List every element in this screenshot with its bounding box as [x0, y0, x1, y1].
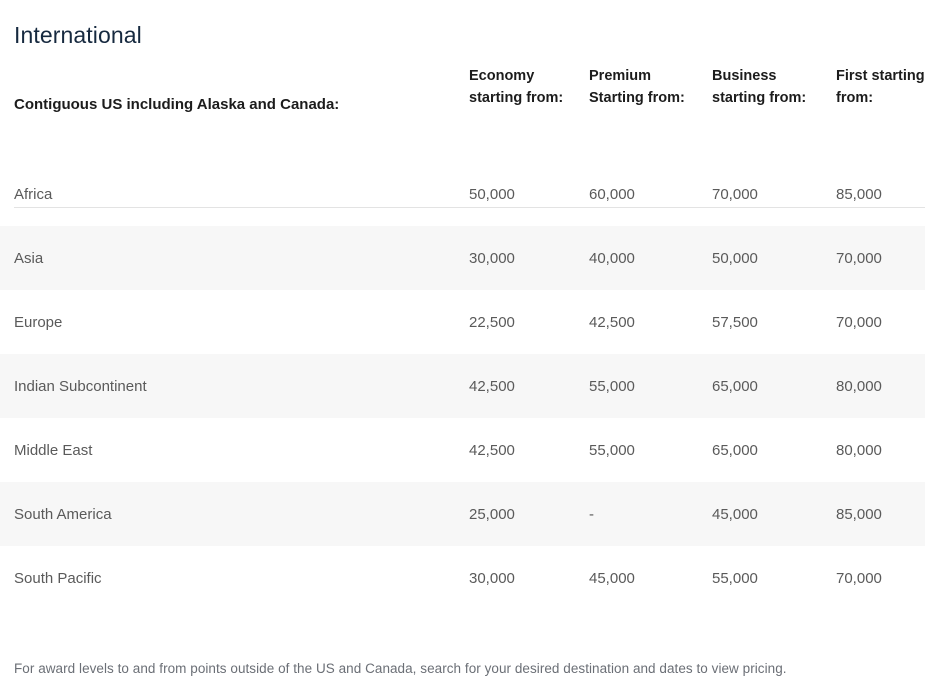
table-cell-first: 85,000 [836, 185, 882, 203]
table-cell-first: 70,000 [836, 249, 882, 267]
table-row: Asia 30,000 40,000 50,000 70,000 [0, 226, 939, 290]
table-row: South America 25,000 - 45,000 85,000 [0, 482, 939, 546]
table-cell-business: 50,000 [712, 249, 758, 267]
table-header-business: Business starting from: [712, 68, 807, 106]
row-content: Indian Subcontinent 42,500 55,000 65,000 80,… [0, 354, 939, 418]
table-cell-first: 80,000 [836, 441, 882, 459]
table-cell-first: 85,000 [836, 505, 882, 523]
table-header-first: First starting from: [836, 68, 925, 106]
table-header-region-label: Contiguous US including Alaska and Canad… [14, 95, 340, 113]
row-content: Africa 50,000 60,000 70,000 85,000 [0, 162, 939, 226]
table-header-row: Contiguous US including Alaska and Canad… [0, 46, 939, 162]
award-chart-footnote: For award levels to and from points outs… [14, 660, 787, 676]
table-row: Europe 22,500 42,500 57,500 70,000 [0, 290, 939, 354]
table-body: Africa 50,000 60,000 70,000 85,000 Asia 30,000… [0, 162, 939, 610]
table-cell-economy: 30,000 [469, 569, 515, 587]
table-cell-premium: 55,000 [589, 441, 635, 459]
row-content: South America 25,000 - 45,000 85,000 [0, 482, 939, 546]
table-cell-business: 65,000 [712, 377, 758, 395]
table-row: Africa 50,000 60,000 70,000 85,000 [0, 162, 939, 226]
table-row: Indian Subcontinent 42,500 55,000 65,000 80,… [0, 354, 939, 418]
table-cell-premium: - [589, 505, 594, 523]
table-cell-first: 70,000 [836, 313, 882, 331]
table-cell-first: 70,000 [836, 569, 882, 587]
table-cell-region: Indian Subcontinent [14, 377, 147, 395]
table-cell-economy: 42,500 [469, 377, 515, 395]
table-cell-business: 55,000 [712, 569, 758, 587]
table-cell-region: South Pacific [14, 569, 102, 587]
table-cell-economy: 22,500 [469, 313, 515, 331]
table-cell-region: South America [14, 505, 112, 523]
award-pricing-table: Contiguous US including Alaska and Canad… [0, 46, 939, 610]
table-cell-economy: 50,000 [469, 185, 515, 203]
table-row: South Pacific 30,000 45,000 55,000 70,000 [0, 546, 939, 610]
table-cell-premium: 55,000 [589, 377, 635, 395]
table-header-economy: Economy starting from: [469, 68, 564, 106]
table-cell-first: 80,000 [836, 377, 882, 395]
table-cell-region: Asia [14, 249, 44, 267]
row-content: Middle East 42,500 55,000 65,000 80,000 [0, 418, 939, 482]
table-cell-region: Europe [14, 313, 63, 331]
table-cell-premium: 45,000 [589, 569, 635, 587]
international-award-chart-page: International Contiguous US including Al… [0, 0, 939, 676]
row-content: Asia 30,000 40,000 50,000 70,000 [0, 226, 939, 290]
row-content: South Pacific 30,000 45,000 55,000 70,000 [0, 546, 939, 610]
table-cell-business: 45,000 [712, 505, 758, 523]
table-header-premium: Premium Starting from: [589, 68, 685, 106]
table-cell-premium: 40,000 [589, 249, 635, 267]
table-row: Middle East 42,500 55,000 65,000 80,000 [0, 418, 939, 482]
table-cell-business: 65,000 [712, 441, 758, 459]
table-cell-premium: 42,500 [589, 313, 635, 331]
table-cell-business: 57,500 [712, 313, 758, 331]
table-cell-economy: 42,500 [469, 441, 515, 459]
table-cell-region: Africa [14, 185, 53, 203]
row-content: Europe 22,500 42,500 57,500 70,000 [0, 290, 939, 354]
table-cell-business: 70,000 [712, 185, 758, 203]
table-cell-premium: 60,000 [589, 185, 635, 203]
page-title: International [14, 22, 142, 49]
table-cell-region: Middle East [14, 441, 93, 459]
table-cell-economy: 30,000 [469, 249, 515, 267]
table-cell-economy: 25,000 [469, 505, 515, 523]
